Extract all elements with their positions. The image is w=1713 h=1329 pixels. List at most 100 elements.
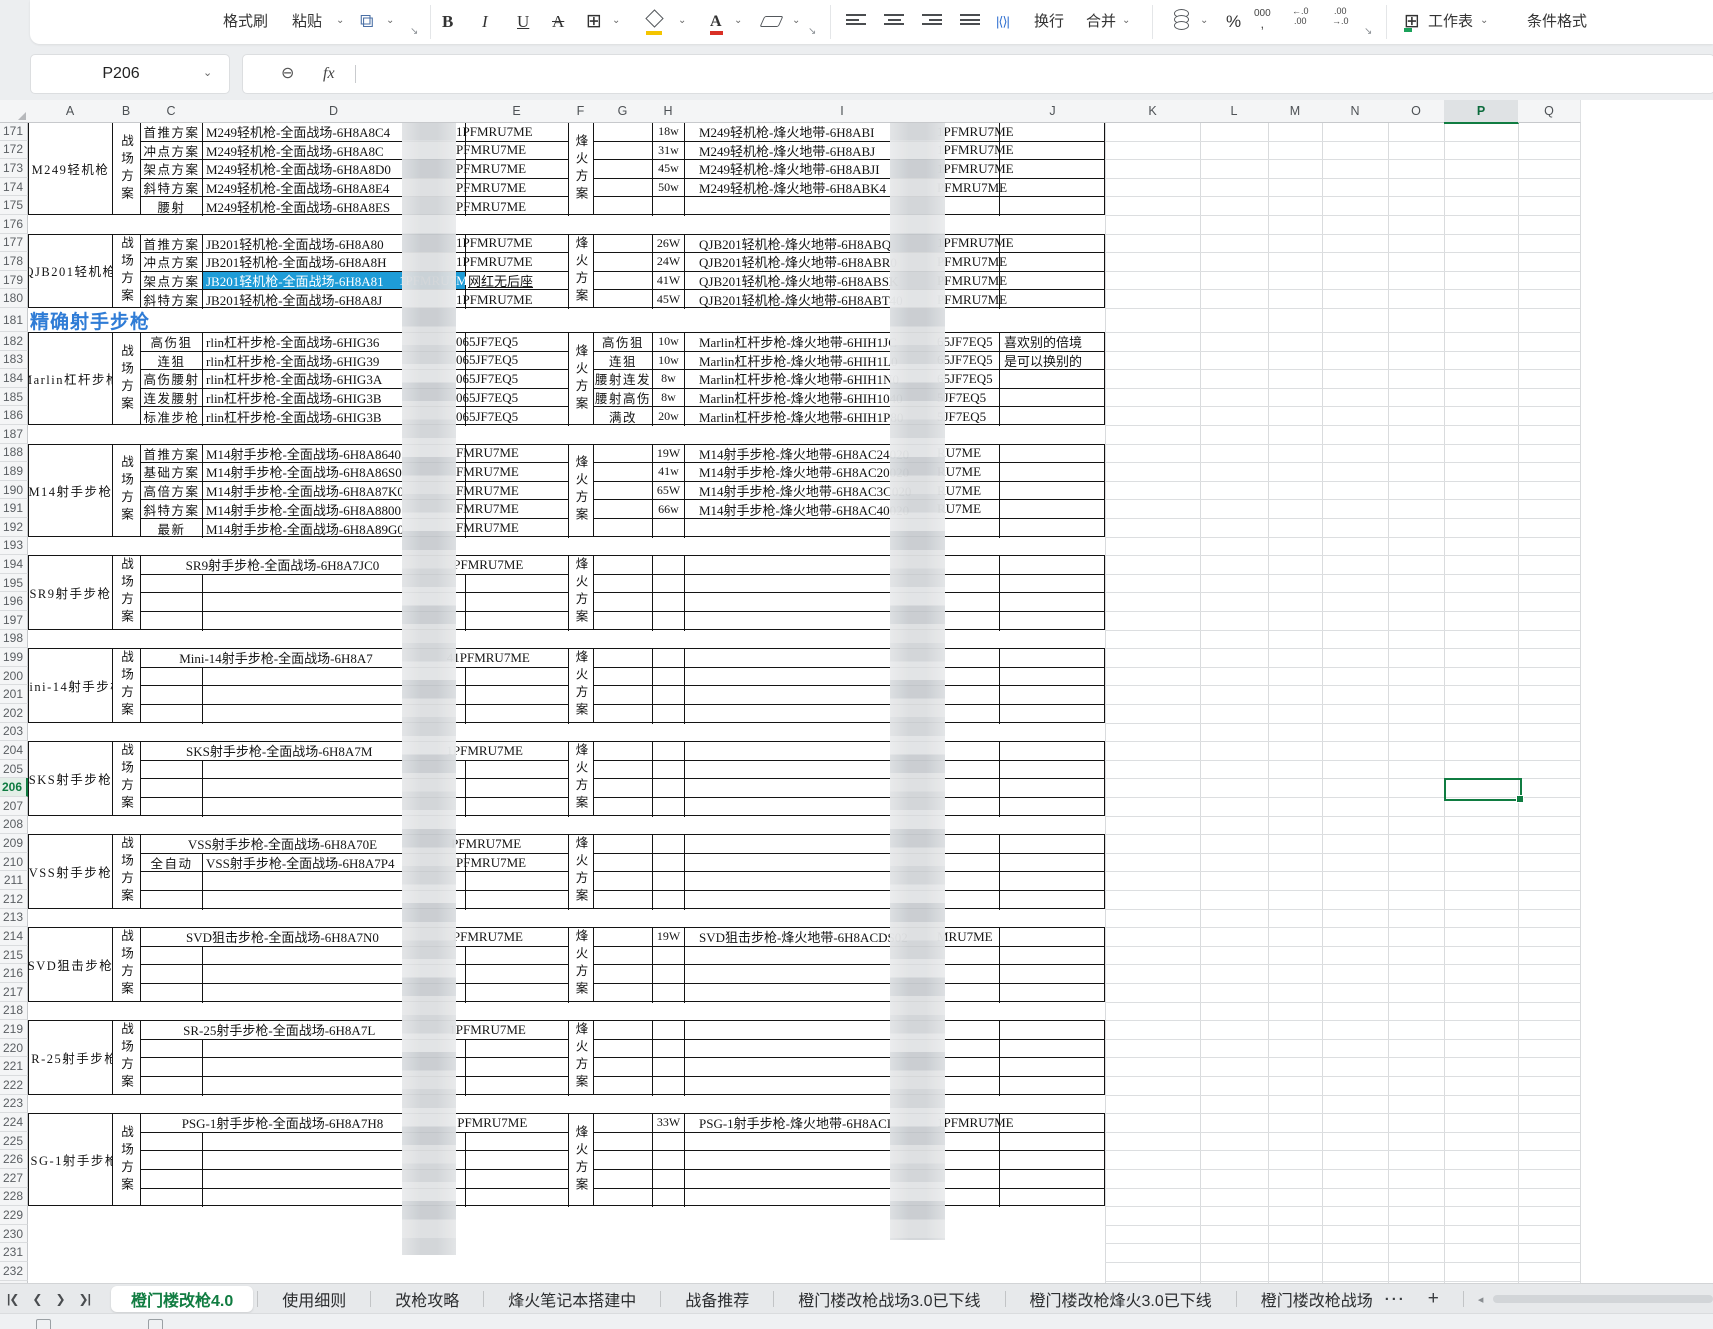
cell-J216[interactable] xyxy=(1000,965,1104,984)
column-header-F[interactable]: F xyxy=(568,100,594,123)
strikethrough-button[interactable]: A xyxy=(552,0,564,44)
cell-G172[interactable] xyxy=(594,141,653,161)
row-header-198[interactable]: 198 xyxy=(0,629,28,649)
row-header-178[interactable]: 178 xyxy=(0,252,28,271)
cell-I227[interactable] xyxy=(685,1169,1000,1189)
row-header-222[interactable]: 222 xyxy=(0,1076,28,1095)
cell-I216[interactable] xyxy=(685,965,1000,984)
cell-G195[interactable] xyxy=(594,574,653,594)
cell-weapon-name[interactable]: VSS射手步枪 xyxy=(29,835,113,908)
name-box-chevron-icon[interactable]: ⌄ xyxy=(203,55,212,91)
cell-fenghuo-plan-label[interactable]: 烽火方案 xyxy=(569,234,594,307)
cell-C227[interactable] xyxy=(141,1169,203,1189)
cell-J204[interactable] xyxy=(1000,742,1104,761)
cell-I210[interactable] xyxy=(685,853,1000,873)
cell-C177[interactable]: 首推方案 xyxy=(141,234,203,254)
row-header-173[interactable]: 173 xyxy=(0,159,28,178)
percent-style-button[interactable]: % xyxy=(1226,0,1241,44)
cell-H197[interactable] xyxy=(653,611,685,631)
paste-special-icon[interactable]: ⧉ xyxy=(360,0,374,44)
cell-C195[interactable] xyxy=(141,574,203,594)
cell-C206[interactable] xyxy=(141,779,203,798)
cell-H179[interactable]: 41W xyxy=(653,271,685,291)
cell-C173[interactable]: 架点方案 xyxy=(141,160,203,179)
row-header-209[interactable]: 209 xyxy=(0,834,28,853)
cell-G185[interactable]: 腰射高伤 xyxy=(594,388,653,408)
row-header-224[interactable]: 224 xyxy=(0,1113,28,1132)
cell-E174[interactable] xyxy=(466,178,569,198)
cell-E178[interactable] xyxy=(466,253,569,272)
eraser-chevron-icon[interactable]: ⌄ xyxy=(792,0,800,44)
cell-E228[interactable] xyxy=(466,1188,569,1208)
name-box[interactable]: P206 ⌄ xyxy=(30,54,230,94)
cell-C215[interactable] xyxy=(141,946,203,966)
cell-J175[interactable] xyxy=(1000,197,1104,216)
cell-C200[interactable] xyxy=(141,667,203,687)
row-header-193[interactable]: 193 xyxy=(0,536,28,556)
cell-C205[interactable] xyxy=(141,760,203,780)
cell-I174[interactable]: M249轻机枪-烽火地带-6H8ABK4 PFMRU7ME xyxy=(685,178,1007,198)
cell-I211[interactable] xyxy=(685,872,1000,891)
row-header-203[interactable]: 203 xyxy=(0,722,28,742)
cell-E189[interactable] xyxy=(466,463,569,482)
cell-G211[interactable] xyxy=(594,872,653,891)
cell-battlefield-plan-label[interactable]: 战场方案 xyxy=(113,123,141,214)
cell-J226[interactable] xyxy=(1000,1151,1104,1170)
align-center-icon[interactable] xyxy=(884,14,904,29)
cell-G180[interactable] xyxy=(594,290,653,309)
cell-E192[interactable] xyxy=(466,518,569,538)
cell-C225[interactable] xyxy=(141,1132,203,1152)
cell-G226[interactable] xyxy=(594,1151,653,1170)
increase-decimal-button[interactable]: .00 →.0 xyxy=(1332,6,1349,26)
align-justify-icon[interactable] xyxy=(960,14,980,29)
cell-G194[interactable] xyxy=(594,556,653,575)
cell-I202[interactable] xyxy=(685,704,1000,724)
cell-H202[interactable] xyxy=(653,704,685,724)
more-tabs-button[interactable]: ··· xyxy=(1385,1291,1406,1308)
row-header-231[interactable]: 231 xyxy=(0,1243,28,1262)
column-header-B[interactable]: B xyxy=(112,100,141,123)
row-header-196[interactable]: 196 xyxy=(0,592,28,611)
cell-J207[interactable] xyxy=(1000,798,1104,817)
row-header-181[interactable]: 181 xyxy=(0,308,28,332)
cell-E186[interactable] xyxy=(466,407,569,426)
cell-E201[interactable] xyxy=(466,686,569,705)
cell-I199[interactable] xyxy=(685,649,1000,668)
cell-I207[interactable] xyxy=(685,797,1000,817)
cell-H190[interactable]: 65W xyxy=(653,481,685,501)
cell-J183[interactable]: 是可以换别的 xyxy=(1000,352,1104,371)
cell-battlefield-plan-label[interactable]: 战场方案 xyxy=(113,1114,141,1206)
cell-battlefield-plan-label[interactable]: 战场方案 xyxy=(113,234,141,307)
cell-I192[interactable] xyxy=(685,518,1000,538)
cell-E207[interactable] xyxy=(466,797,569,817)
column-header-D[interactable]: D xyxy=(202,100,466,123)
cell-I220[interactable] xyxy=(685,1039,1000,1059)
formula-bar[interactable]: ⊖ fx xyxy=(242,54,1713,94)
cell-I228[interactable] xyxy=(685,1188,1000,1208)
worksheet-button[interactable]: 工作表 xyxy=(1428,0,1473,44)
cell-J196[interactable] xyxy=(1000,593,1104,612)
cell-J173[interactable] xyxy=(1000,160,1104,179)
cell-I184[interactable]: Marlin杠杆步枪-烽火地带-6HIH1N0 65JF7EQ5 xyxy=(685,370,1000,389)
column-header-J[interactable]: J xyxy=(1000,100,1106,123)
cell-C207[interactable] xyxy=(141,797,203,817)
cell-C184[interactable]: 高伤腰射 xyxy=(141,370,203,389)
cell-E210[interactable] xyxy=(466,853,569,873)
cell-CDE204[interactable]: SKS射手步枪-全面战场-6H8A7M 1PFMRU7ME xyxy=(141,742,569,761)
row-header-211[interactable]: 211 xyxy=(0,871,28,890)
cell-G184[interactable]: 腰射连发 xyxy=(594,370,653,389)
cell-I183[interactable]: Marlin杠杆步枪-烽火地带-6HIH1L0 65JF7EQ5 xyxy=(685,351,1000,371)
cell-weapon-name[interactable]: Mini-14射手步枪 xyxy=(29,649,113,722)
cell-G196[interactable] xyxy=(594,593,653,612)
merge-cells-button[interactable]: 合并 xyxy=(1086,0,1116,44)
cell-G200[interactable] xyxy=(594,667,653,687)
row-header-218[interactable]: 218 xyxy=(0,1001,28,1021)
cell-H186[interactable]: 20w xyxy=(653,407,685,426)
cell-I173[interactable]: M249轻机枪-烽火地带-6H8ABJI 1PFMRU7ME xyxy=(685,160,1014,179)
cell-E190[interactable] xyxy=(466,481,569,501)
cell-E216[interactable] xyxy=(466,965,569,984)
cell-H185[interactable]: 8w xyxy=(653,388,685,408)
paste-button[interactable]: 粘贴 xyxy=(292,0,322,44)
font-color-chevron-icon[interactable]: ⌄ xyxy=(734,0,742,44)
cell-J215[interactable] xyxy=(1000,947,1104,966)
